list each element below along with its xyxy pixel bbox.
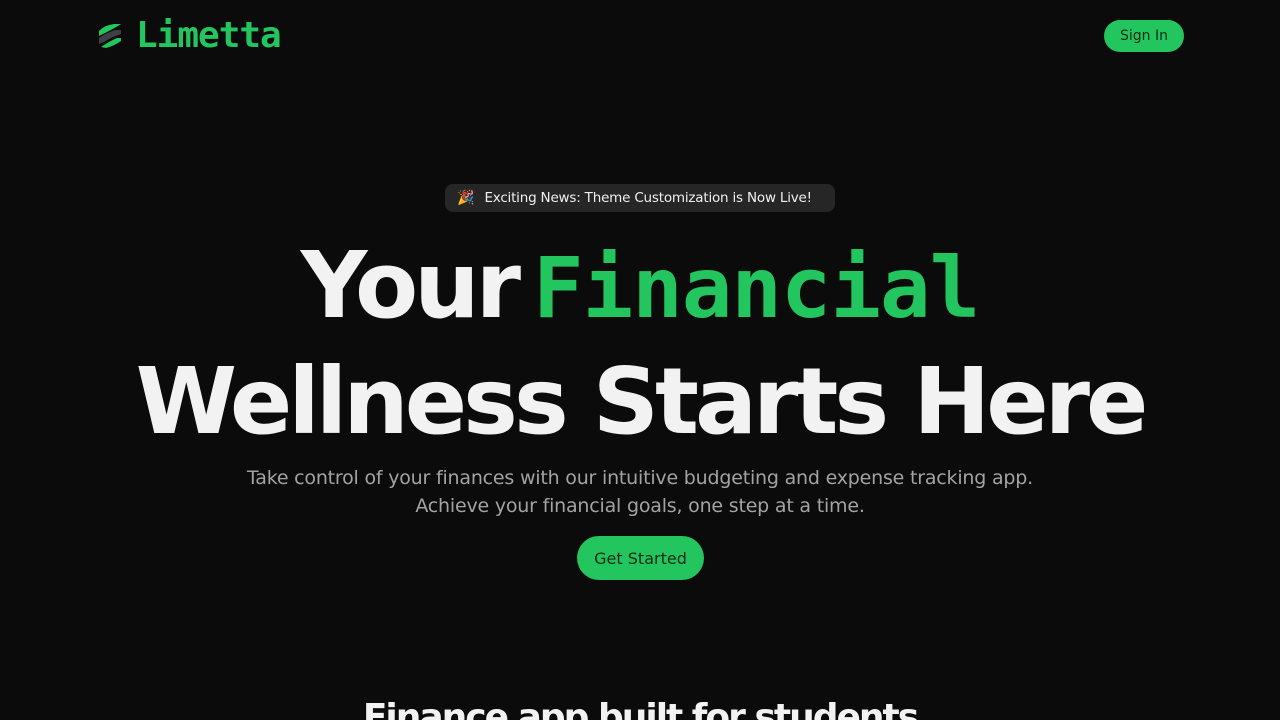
features-section-heading: Finance app built for students xyxy=(362,697,919,720)
landing-page: Limetta Sign In 🎉 Exciting News: Theme C… xyxy=(0,0,1280,720)
sign-in-button[interactable]: Sign In xyxy=(1104,20,1184,52)
headline-line-1: Your Financial xyxy=(0,228,1280,344)
brand-name: Limetta xyxy=(136,15,282,56)
headline-word-your: Your xyxy=(300,232,521,339)
headline-line-2: Wellness Starts Here xyxy=(0,344,1280,460)
party-popper-icon: 🎉 xyxy=(457,190,475,206)
hero-headline: Your Financial Wellness Starts Here xyxy=(0,228,1280,460)
hero-subtitle: Take control of your finances with our i… xyxy=(247,467,1033,517)
limetta-logo-icon xyxy=(99,24,121,48)
announcement-text: Exciting News: Theme Customization is No… xyxy=(484,190,812,206)
headline-wellness-starts-here: Wellness Starts Here xyxy=(135,348,1149,455)
announcement-pill[interactable]: 🎉 Exciting News: Theme Customization is … xyxy=(445,184,835,212)
get-started-button[interactable]: Get Started xyxy=(577,536,704,580)
brand-home-link[interactable]: Limetta xyxy=(96,15,282,56)
site-header: Limetta Sign In xyxy=(0,0,1280,72)
headline-accent-financial: Financial xyxy=(533,239,980,337)
